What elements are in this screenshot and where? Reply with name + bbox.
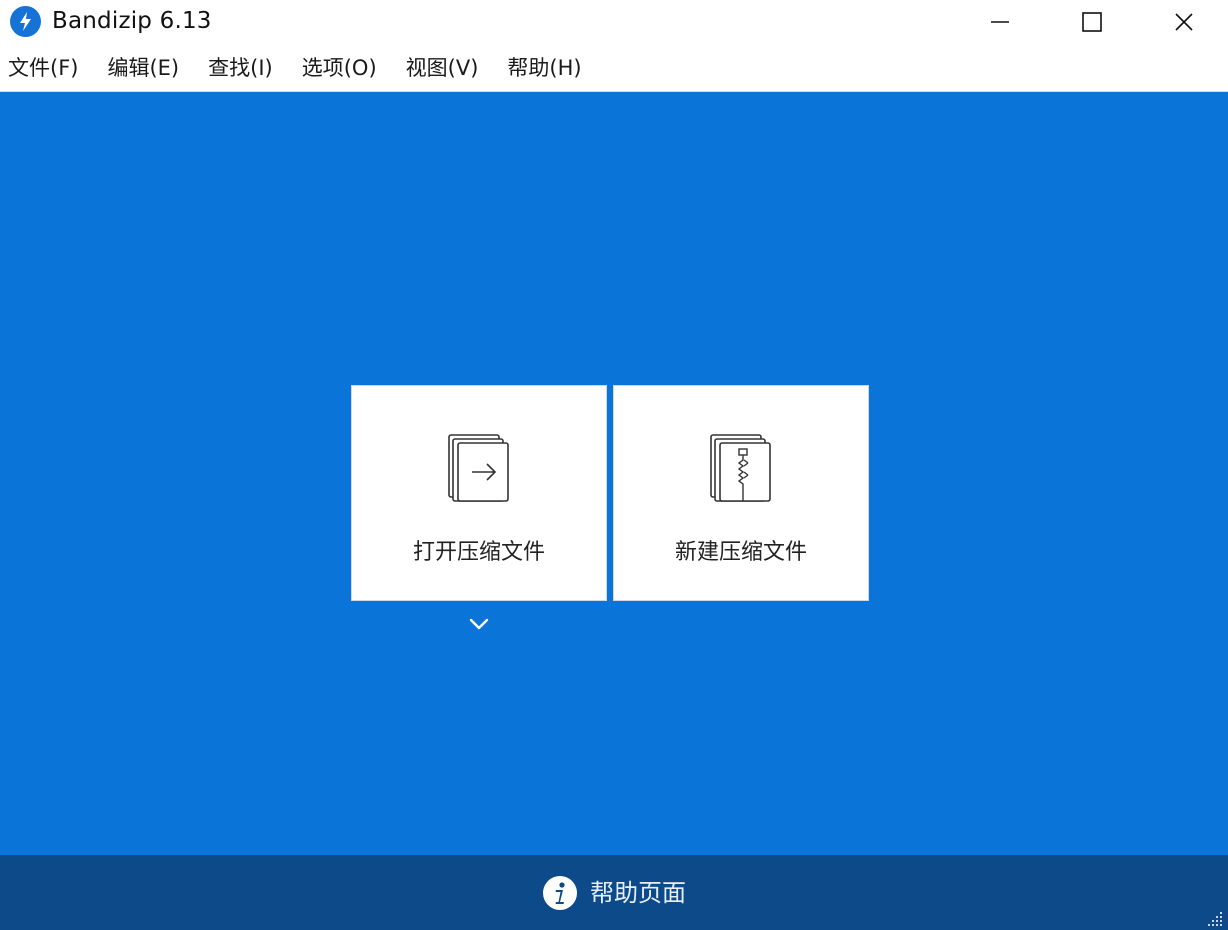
window-title: Bandizip 6.13 <box>52 8 212 34</box>
menu-find[interactable]: 查找(I) <box>208 53 273 83</box>
minimize-button[interactable] <box>954 0 1046 44</box>
menu-options[interactable]: 选项(O) <box>302 53 377 83</box>
menu-help[interactable]: 帮助(H) <box>507 53 581 83</box>
open-archive-label: 打开压缩文件 <box>412 540 545 565</box>
help-page-link[interactable]: 帮助页面 <box>542 875 686 911</box>
new-archive-label: 新建压缩文件 <box>674 540 807 565</box>
menu-file[interactable]: 文件(F) <box>8 53 78 83</box>
maximize-button[interactable] <box>1046 0 1138 44</box>
chevron-down-icon <box>469 618 489 630</box>
title-bar[interactable]: Bandizip 6.13 <box>0 0 1228 44</box>
info-icon <box>543 875 577 910</box>
open-archive-icon <box>446 432 512 508</box>
new-archive-icon <box>708 432 774 508</box>
menu-bar: 文件(F) 编辑(E) 查找(I) 选项(O) 视图(V) 帮助(H) <box>0 44 1228 92</box>
new-archive-button[interactable]: 新建压缩文件 <box>613 385 869 601</box>
menu-view[interactable]: 视图(V) <box>406 53 479 83</box>
close-button[interactable] <box>1138 0 1228 44</box>
open-archive-dropdown-button[interactable] <box>467 616 491 632</box>
app-window: Bandizip 6.13 文件(F) 编辑(E) 查找(I) 选项(O) 视图… <box>0 0 1228 930</box>
help-page-bar[interactable]: 帮助页面 <box>0 855 1228 930</box>
close-icon <box>1175 13 1193 31</box>
menu-edit[interactable]: 编辑(E) <box>107 53 179 83</box>
minimize-icon <box>991 21 1009 23</box>
main-panel: 打开压缩文件 新建压缩文件 <box>0 92 1228 855</box>
help-page-label: 帮助页面 <box>590 878 686 907</box>
bandizip-logo-icon <box>10 6 41 37</box>
maximize-icon <box>1082 12 1102 32</box>
resize-grip-icon[interactable] <box>1208 910 1224 926</box>
open-archive-button[interactable]: 打开压缩文件 <box>351 385 607 601</box>
